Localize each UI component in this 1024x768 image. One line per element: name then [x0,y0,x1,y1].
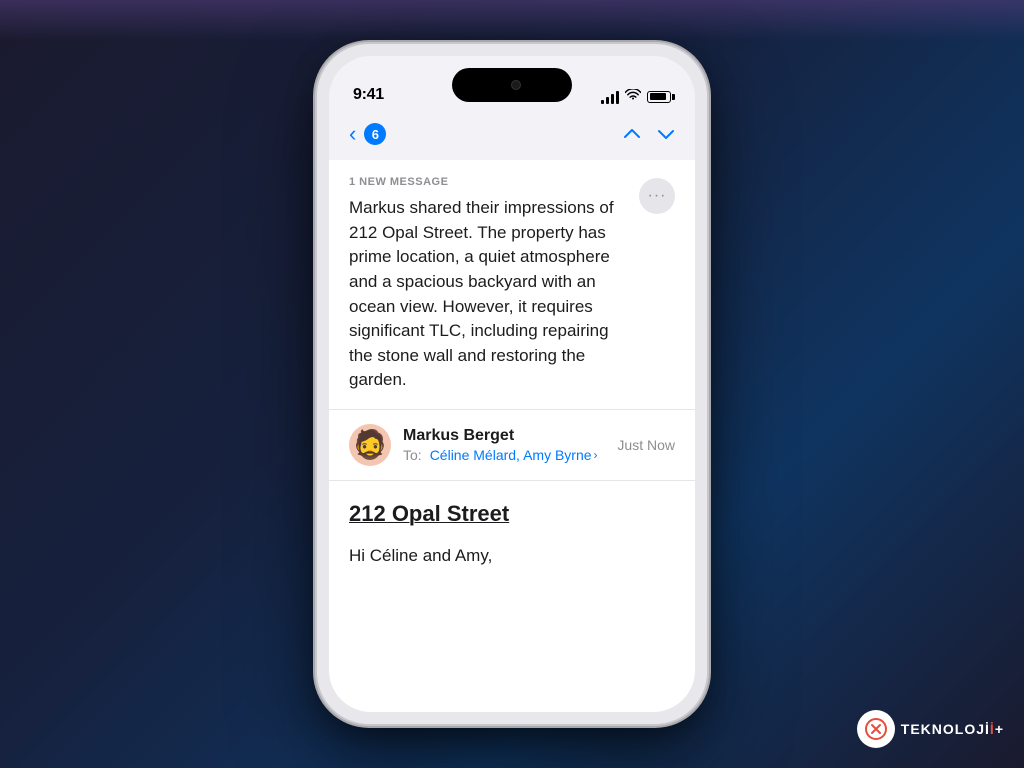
phone-screen: 9:41 [329,56,695,712]
nav-next-button[interactable] [657,123,675,146]
battery-icon [647,91,671,103]
summary-text-block: 1 NEW MESSAGE Markus shared their impres… [349,176,627,393]
chevron-left-icon: ‹ [349,121,356,147]
sender-to-recipients[interactable]: Céline Mélard, Amy Byrne [430,447,592,463]
email-body: 212 Opal Street Hi Céline and Amy, [329,481,695,585]
sender-time: Just Now [617,437,675,453]
watermark: TEKNOLOJİİ+ [857,710,1004,748]
sender-info: 🧔 Markus Berget To: Céline Mélard, Amy B… [329,410,695,481]
nav-arrows [623,123,675,146]
camera-dot [511,80,521,90]
watermark-text: TEKNOLOJİİ+ [901,721,1004,737]
nav-prev-button[interactable] [623,123,641,146]
signal-bar-4 [616,91,619,104]
sender-name: Markus Berget [403,427,605,445]
more-button[interactable]: ··· [639,178,675,214]
sender-to-label: To: [403,447,422,463]
nav-badge: 6 [364,123,386,145]
email-content: 1 NEW MESSAGE Markus shared their impres… [329,160,695,712]
nav-back-button[interactable]: ‹ 6 [349,121,386,147]
dynamic-island [452,68,572,102]
signal-bar-1 [601,100,604,104]
status-time: 9:41 [353,86,384,104]
wifi-icon [625,89,641,104]
nav-bar: ‹ 6 [329,112,695,156]
chevron-right-icon: › [594,448,598,462]
sender-to: To: Céline Mélard, Amy Byrne › [403,447,605,463]
avatar: 🧔 [349,424,391,466]
signal-bar-3 [611,94,614,104]
summary-body: Markus shared their impressions of 212 O… [349,196,627,393]
email-greeting: Hi Céline and Amy, [349,543,675,569]
battery-fill [650,93,666,100]
signal-bars-icon [601,90,619,104]
email-subject: 212 Opal Street [349,501,675,527]
more-dots-icon: ··· [648,188,667,204]
signal-bar-2 [606,97,609,104]
phone-frame: 9:41 [317,44,707,724]
status-icons [601,89,671,104]
avatar-emoji: 🧔 [353,431,388,459]
watermark-logo [857,710,895,748]
summary-banner: 1 NEW MESSAGE Markus shared their impres… [329,160,695,410]
sender-details: Markus Berget To: Céline Mélard, Amy Byr… [403,427,605,463]
summary-label: 1 NEW MESSAGE [349,176,627,188]
